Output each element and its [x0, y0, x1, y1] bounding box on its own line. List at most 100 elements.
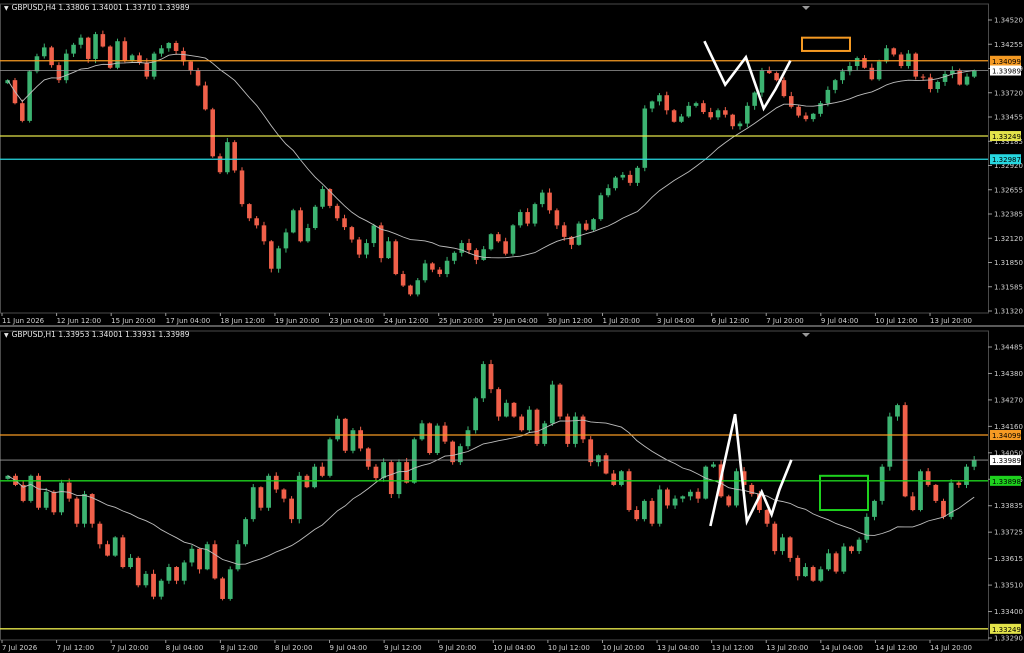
candle-body — [235, 544, 241, 570]
candle-body — [437, 269, 443, 275]
h4-chart-pane[interactable]: 1.345201.342551.339891.337201.334551.331… — [0, 0, 1024, 326]
candle-body — [269, 241, 274, 269]
candle-body — [925, 471, 931, 485]
candle-body — [365, 448, 371, 467]
h1-chart-svg[interactable]: 1.344851.343801.342701.341601.340501.339… — [0, 327, 1024, 653]
candle-body — [884, 48, 889, 62]
candle-body — [642, 500, 647, 520]
candle-body — [143, 573, 149, 586]
candle-body — [386, 241, 391, 259]
x-tick-label: 13 Jul 20:00 — [930, 317, 972, 325]
candle-body — [459, 243, 464, 253]
candle-body — [657, 95, 662, 102]
candle-body — [319, 466, 325, 476]
candle-body — [532, 204, 538, 224]
candle-body — [503, 241, 508, 254]
candle-body — [826, 553, 831, 570]
candle-body — [964, 76, 970, 85]
candle-body — [28, 475, 34, 501]
candle-body — [854, 58, 860, 67]
candle-body — [554, 210, 560, 226]
candle-body — [972, 70, 977, 77]
x-tick-label: 23 Jun 04:00 — [330, 317, 374, 325]
candle-body — [695, 491, 701, 499]
candle-body — [312, 206, 318, 229]
candle-body — [422, 263, 428, 281]
candle-body — [781, 80, 787, 97]
candle-body — [188, 61, 194, 71]
candle-body — [620, 174, 626, 178]
candle-body — [780, 537, 785, 552]
candle-body — [634, 510, 640, 520]
candle-body — [772, 523, 778, 552]
candle-body — [723, 110, 728, 115]
candle-body — [635, 167, 640, 183]
candle-body — [511, 402, 517, 417]
candle-body — [181, 50, 186, 62]
collapse-triangle-icon[interactable]: ▼ — [4, 332, 9, 339]
candle-body — [20, 103, 25, 121]
x-tick-label: 18 Jun 12:00 — [220, 317, 264, 325]
candle-body — [159, 48, 164, 54]
y-tick-label: 1.34520 — [994, 17, 1023, 25]
moving-average-line — [7, 53, 975, 259]
candle-body — [818, 569, 824, 581]
h4-ohlc-values: 1.33806 1.34001 1.33710 1.33989 — [58, 3, 190, 12]
candle-body — [358, 430, 363, 449]
candle-body — [197, 548, 202, 570]
candle-body — [605, 188, 611, 196]
candle-body — [151, 573, 156, 597]
level-price-label-orange: 1.34099 — [992, 432, 1021, 440]
y-tick-label: 1.33725 — [994, 529, 1023, 537]
y-tick-label: 1.33720 — [994, 89, 1023, 97]
x-tick-label: 12 Jun 12:00 — [57, 317, 101, 325]
candle-body — [225, 142, 230, 173]
x-tick-label: 7 Jul 20:00 — [111, 644, 149, 652]
candle-body — [452, 252, 457, 261]
candle-body — [557, 384, 563, 417]
candle-body — [920, 76, 926, 78]
candle-body — [803, 567, 808, 577]
candle-body — [327, 439, 333, 476]
candle-body — [774, 73, 779, 81]
candle-body — [737, 123, 743, 127]
candle-body — [298, 210, 303, 242]
level-price-label-green: 1.33898 — [992, 478, 1021, 486]
candle-body — [862, 58, 867, 68]
candle-body — [444, 260, 450, 275]
candle-body — [526, 409, 532, 431]
candle-body — [166, 42, 172, 49]
candle-body — [49, 47, 54, 66]
candle-body — [281, 489, 287, 499]
candle-body — [371, 225, 377, 244]
candle-body — [173, 42, 179, 51]
h1-ohlc-values: 1.33953 1.34001 1.33931 1.33989 — [58, 330, 190, 339]
candle-body — [726, 496, 732, 506]
candle-body — [964, 466, 969, 485]
collapse-triangle-icon[interactable]: ▼ — [4, 5, 9, 12]
candle-body — [671, 110, 677, 122]
candle-body — [210, 109, 215, 157]
candle-body — [289, 498, 294, 520]
candle-body — [373, 466, 379, 479]
candle-body — [97, 523, 103, 545]
x-tick-label: 6 Jul 12:00 — [712, 317, 750, 325]
candle-body — [273, 475, 279, 490]
candle-body — [59, 482, 64, 513]
candle-body — [158, 580, 164, 597]
candle-body — [496, 389, 502, 417]
candle-body — [913, 53, 919, 77]
x-tick-label: 14 Jul 04:00 — [821, 644, 863, 652]
x-tick-label: 10 Jul 12:00 — [875, 317, 917, 325]
candle-body — [254, 218, 259, 226]
candle-body — [427, 423, 433, 454]
moving-average-line — [7, 419, 975, 565]
candle-body — [85, 37, 91, 59]
h4-chart-svg[interactable]: 1.345201.342551.339891.337201.334551.331… — [0, 0, 1024, 326]
candle-body — [879, 466, 885, 501]
x-tick-label: 8 Jul 20:00 — [275, 644, 313, 652]
candle-body — [378, 225, 384, 259]
h1-chart-pane[interactable]: 1.344851.343801.342701.341601.340501.339… — [0, 327, 1024, 653]
x-tick-label: 17 Jun 04:00 — [166, 317, 210, 325]
candle-body — [128, 557, 133, 568]
